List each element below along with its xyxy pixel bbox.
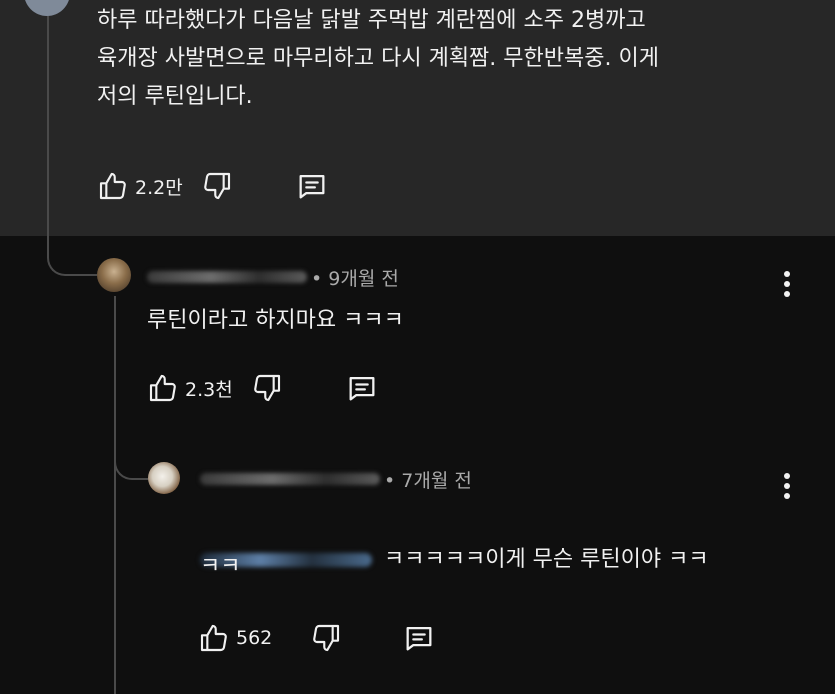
avatar[interactable] [148,462,180,494]
thread-connector [114,440,150,480]
like-count: 562 [236,627,273,649]
reply-button[interactable] [295,169,329,203]
original-comment: 하루 따라했다가 다음날 닭발 주먹밥 계란찜에 소주 2병까고 육개장 사발면… [0,0,835,236]
thread-line [114,296,116,694]
avatar[interactable] [24,0,70,16]
reply-icon [402,621,436,655]
reply-text: ㅋㅋㅋㅋㅋ이게 무슨 루틴이야 ㅋㅋ [200,503,709,579]
reply-text: 루틴이라고 하지마요 ㅋㅋㅋ [147,308,404,333]
more-vertical-icon[interactable] [775,264,799,304]
reply-text-line2: ㅋㅋ [200,554,241,579]
reply-meta: • 7개월 전 [200,465,472,493]
timestamp: • 7개월 전 [384,469,472,492]
comment-text: 하루 따라했다가 다음날 닭발 주먹밥 계란찜에 소주 2병까고 육개장 사발면… [97,8,659,109]
reply-button[interactable] [345,371,379,405]
like-button[interactable]: 2.2만 [97,170,183,202]
timestamp: • 9개월 전 [311,267,399,290]
thumbs-down-icon [201,170,233,202]
reply-actions: 562 [198,620,436,656]
dislike-button[interactable] [251,372,283,404]
like-count: 2.3천 [185,378,233,401]
reply-icon [345,371,379,405]
like-count: 2.2만 [135,176,183,199]
like-button[interactable]: 562 [198,622,272,654]
author-name[interactable] [147,271,307,283]
reply-icon [295,169,329,203]
thread-connector [47,236,97,276]
thumbs-up-icon [198,622,230,654]
like-button[interactable]: 2.3천 [147,372,233,404]
dislike-button[interactable] [310,622,342,654]
dislike-button[interactable] [201,170,233,202]
reply-meta: • 9개월 전 [147,262,399,292]
thumbs-up-icon [97,170,129,202]
thumbs-down-icon [251,372,283,404]
thread-line [47,16,49,236]
thumbs-up-icon [147,372,179,404]
author-name[interactable] [200,473,380,485]
reply-button[interactable] [402,621,436,655]
more-vertical-icon[interactable] [775,466,799,506]
reply-actions: 2.3천 [147,370,379,406]
avatar[interactable] [97,258,131,292]
comment-actions: 2.2만 [97,168,329,204]
thumbs-down-icon [310,622,342,654]
reply-text-line1: ㅋㅋㅋㅋㅋ이게 무슨 루틴이야 ㅋㅋ [384,547,709,572]
